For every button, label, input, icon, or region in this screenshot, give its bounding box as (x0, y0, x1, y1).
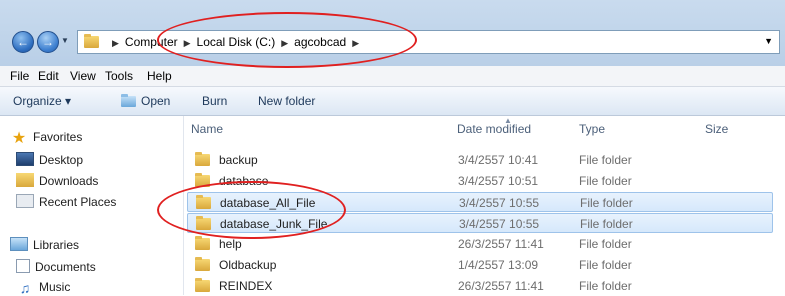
column-header-type[interactable]: Type (579, 122, 605, 136)
file-date: 3/4/2557 10:55 (459, 217, 540, 231)
folder-icon (195, 152, 210, 166)
nav-recent-places[interactable]: Recent Places (16, 194, 116, 209)
file-date: 26/3/2557 11:41 (458, 279, 544, 293)
nav-music-label: Music (39, 280, 71, 294)
breadcrumb-separator-icon[interactable]: ▶ (112, 38, 119, 48)
documents-icon (16, 259, 30, 273)
nav-recent-label: Recent Places (39, 195, 117, 209)
file-name: REINDEX (219, 279, 273, 293)
new-folder-button[interactable]: New folder (258, 94, 315, 108)
folder-icon (84, 34, 99, 48)
file-date: 26/3/2557 11:41 (458, 237, 544, 251)
file-type: File folder (580, 196, 633, 210)
nav-libraries[interactable]: Libraries (10, 237, 79, 252)
burn-button[interactable]: Burn (202, 94, 227, 108)
menu-file[interactable]: File (10, 69, 29, 83)
column-header-size[interactable]: Size (705, 122, 728, 136)
recent-pages-dropdown[interactable]: ▼ (61, 36, 69, 45)
open-folder-icon (121, 94, 136, 108)
nav-documents[interactable]: Documents (16, 259, 96, 274)
libraries-icon (10, 237, 28, 251)
table-row[interactable]: REINDEX 26/3/2557 11:41 File folder (187, 276, 773, 296)
open-label: Open (141, 94, 171, 108)
file-name: Oldbackup (219, 258, 277, 272)
folder-icon (195, 257, 210, 271)
menu-view[interactable]: View (70, 69, 96, 83)
file-type: File folder (579, 279, 632, 293)
organize-button[interactable]: Organize ▾ (13, 94, 71, 108)
file-type: File folder (580, 217, 633, 231)
nav-favorites-label: Favorites (33, 130, 83, 144)
table-row[interactable]: backup 3/4/2557 10:41 File folder (187, 150, 773, 170)
file-type: File folder (579, 174, 632, 188)
music-icon: ♫ (19, 280, 31, 296)
menu-edit[interactable]: Edit (38, 69, 59, 83)
annotation-ellipse-files (157, 181, 346, 239)
recent-places-icon (16, 194, 34, 208)
star-icon: ★ (11, 130, 27, 147)
file-date: 3/4/2557 10:41 (458, 153, 539, 167)
command-bar: Organize ▾ Open Burn New folder (0, 87, 785, 116)
folder-icon (195, 278, 210, 292)
menu-tools[interactable]: Tools (105, 69, 133, 83)
file-date: 1/4/2557 13:09 (458, 258, 539, 272)
nav-desktop-label: Desktop (39, 153, 84, 167)
forward-button[interactable]: → (37, 31, 59, 53)
nav-libraries-label: Libraries (33, 238, 80, 252)
file-date: 3/4/2557 10:51 (458, 174, 539, 188)
navigation-pane: ★ Favorites Desktop Downloads Recent Plac… (0, 116, 184, 295)
back-button[interactable]: ← (12, 31, 34, 53)
file-name: help (219, 237, 242, 251)
chevron-down-icon[interactable]: ▼ (764, 36, 773, 46)
folder-icon (195, 236, 210, 250)
menu-help[interactable]: Help (147, 69, 172, 83)
nav-music[interactable]: ♫ Music (16, 280, 71, 296)
nav-documents-label: Documents (35, 260, 96, 274)
file-name: backup (219, 153, 258, 167)
nav-downloads[interactable]: Downloads (16, 173, 98, 188)
menu-bar: File Edit View Tools Help (0, 66, 785, 87)
file-date: 3/4/2557 10:55 (459, 196, 540, 210)
open-button[interactable]: Open (121, 94, 170, 108)
desktop-icon (16, 152, 34, 166)
file-type: File folder (579, 237, 632, 251)
nav-desktop[interactable]: Desktop (16, 152, 83, 167)
annotation-ellipse-address (157, 12, 417, 68)
nav-favorites[interactable]: ★ Favorites (10, 130, 83, 147)
file-type: File folder (579, 258, 632, 272)
table-row[interactable]: Oldbackup 1/4/2557 13:09 File folder (187, 255, 773, 275)
column-header-date[interactable]: Date modified (457, 122, 531, 136)
downloads-icon (16, 173, 34, 187)
nav-downloads-label: Downloads (39, 174, 99, 188)
column-header-name[interactable]: Name (191, 122, 223, 136)
file-type: File folder (579, 153, 632, 167)
